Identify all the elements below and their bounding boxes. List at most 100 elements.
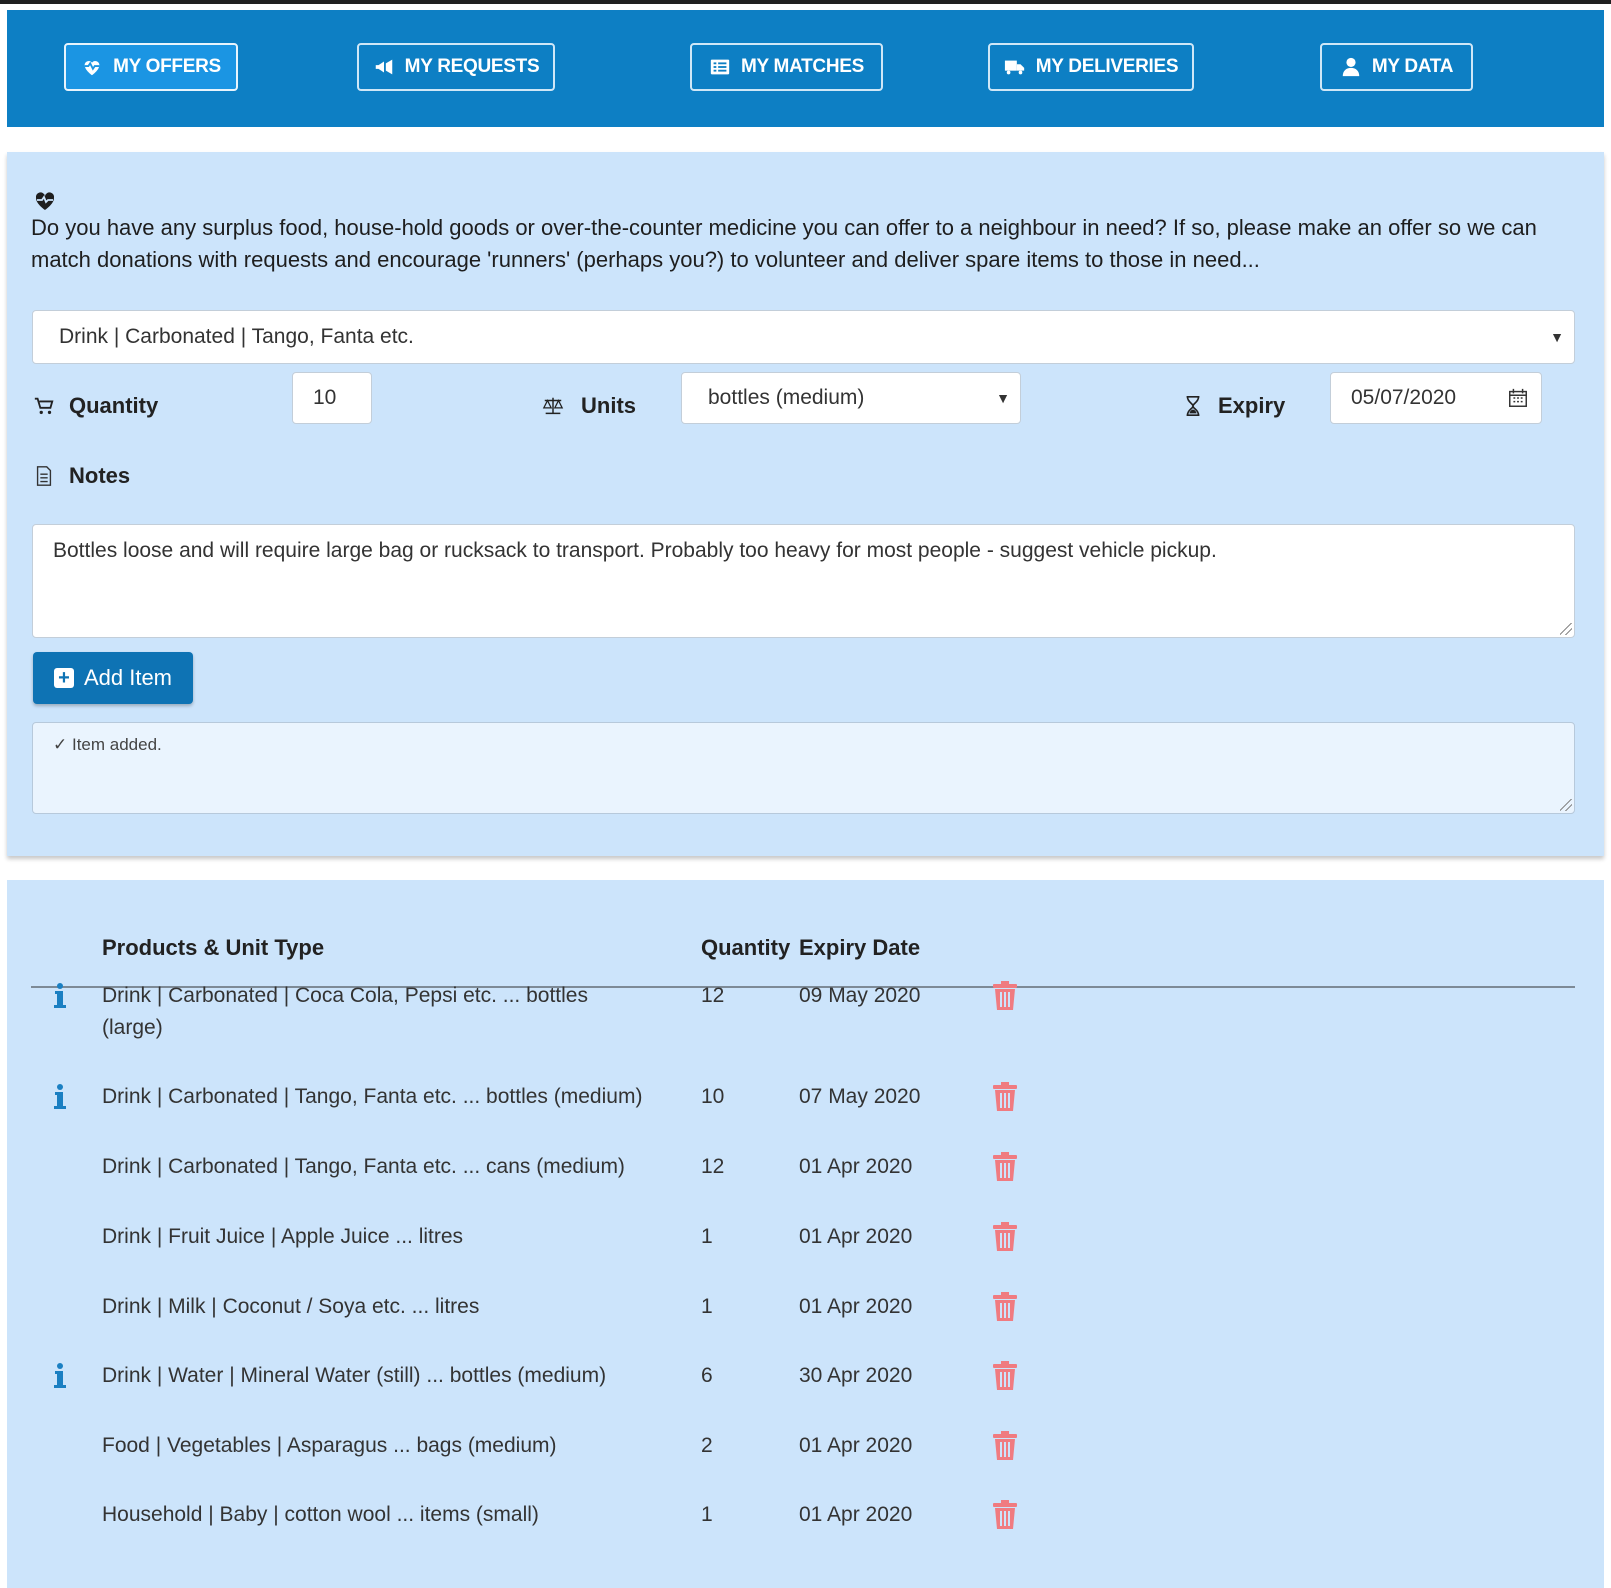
nav-label: MY DATA — [1371, 56, 1454, 77]
nav-my-data-button[interactable]: MY DATA — [1320, 43, 1473, 91]
column-header-product: Products & Unit Type — [102, 935, 325, 960]
trash-icon[interactable] — [992, 1082, 1018, 1112]
notes-label: Notes — [33, 455, 130, 497]
list-icon — [710, 59, 730, 75]
offers-list-panel: Products & Unit Type Quantity Expiry Dat… — [7, 880, 1604, 1588]
quantity-cell: 1 — [701, 1225, 713, 1248]
expiry-label-text: Expiry — [1218, 393, 1286, 418]
info-icon[interactable] — [53, 1083, 67, 1111]
quantity-label-text: Quantity — [69, 393, 159, 418]
product-cell: Drink | Fruit Juice | Apple Juice ... li… — [102, 1225, 464, 1248]
offer-form-panel: Do you have any surplus food, house-hold… — [7, 152, 1604, 856]
nav-my-matches-button[interactable]: MY MATCHES — [690, 43, 883, 91]
add-item-label: Add Item — [83, 665, 173, 690]
truck-icon — [1004, 60, 1024, 75]
product-cell: Drink | Milk | Coconut / Soya etc. ... l… — [102, 1295, 480, 1318]
chevron-down-icon: ▼ — [996, 390, 1010, 406]
table-row: Food | Vegetables | Asparagus ... bags (… — [7, 1430, 1604, 1490]
quantity-input[interactable]: 10 — [292, 372, 372, 424]
hourglass-icon — [1186, 396, 1200, 416]
expiry-date-input[interactable]: 05/07/2020 — [1330, 372, 1542, 424]
quantity-cell: 2 — [701, 1434, 713, 1457]
expiry-cell: 07 May 2020 — [799, 1085, 921, 1108]
quantity-cell: 12 — [701, 1155, 725, 1178]
product-cell: Drink | Carbonated | Coca Cola, Pepsi et… — [102, 980, 588, 1044]
units-label-text: Units — [581, 393, 636, 418]
nav-label: MY OFFERS — [113, 56, 221, 77]
product-select-value: Drink | Carbonated | Tango, Fanta etc. — [59, 325, 414, 348]
units-label: Units — [539, 385, 636, 427]
trash-icon[interactable] — [992, 1500, 1018, 1530]
table-row: Drink | Milk | Coconut / Soya etc. ... l… — [7, 1291, 1604, 1351]
scale-icon — [542, 397, 564, 415]
units-select[interactable]: bottles (medium) ▼ — [681, 372, 1021, 424]
table-row: Household | Baby | cotton wool ... items… — [7, 1499, 1604, 1559]
quantity-cell: 1 — [701, 1503, 713, 1526]
notes-textarea[interactable]: Bottles loose and will require large bag… — [32, 524, 1575, 638]
nav-label: MY DELIVERIES — [1035, 56, 1179, 77]
quantity-value: 10 — [313, 386, 337, 409]
heart-pulse-icon — [35, 192, 55, 210]
quantity-label: Quantity — [33, 385, 158, 427]
table-row: Drink | Carbonated | Tango, Fanta etc. .… — [7, 1151, 1604, 1211]
add-item-button[interactable]: + Add Item — [33, 652, 193, 704]
table-row: Drink | Carbonated | Coca Cola, Pepsi et… — [7, 980, 1604, 1060]
nav-label: MY REQUESTS — [404, 56, 540, 77]
intro-text: Do you have any surplus food, house-hold… — [31, 215, 1537, 272]
product-cell: Household | Baby | cotton wool ... items… — [102, 1503, 539, 1526]
trash-icon[interactable] — [992, 1152, 1018, 1182]
product-cell: Drink | Water | Mineral Water (still) ..… — [102, 1364, 607, 1387]
expiry-cell: 30 Apr 2020 — [799, 1364, 913, 1387]
trash-icon[interactable] — [992, 1222, 1018, 1252]
units-select-value: bottles (medium) — [708, 386, 865, 409]
megaphone-icon — [375, 59, 392, 75]
product-cell: Food | Vegetables | Asparagus ... bags (… — [102, 1434, 557, 1457]
table-row: Drink | Carbonated | Tango, Fanta etc. .… — [7, 1081, 1604, 1141]
column-header-quantity: Quantity — [701, 935, 791, 960]
expiry-cell: 01 Apr 2020 — [799, 1503, 913, 1526]
product-cell-line: (large) — [102, 1016, 163, 1039]
product-cell: Drink | Carbonated | Tango, Fanta etc. .… — [102, 1085, 643, 1108]
product-cell: Drink | Carbonated | Tango, Fanta etc. .… — [102, 1155, 625, 1178]
info-icon[interactable] — [53, 982, 67, 1010]
chevron-down-icon: ▼ — [1550, 329, 1564, 345]
trash-icon[interactable] — [992, 1292, 1018, 1322]
expiry-cell: 09 May 2020 — [799, 984, 921, 1007]
trash-icon[interactable] — [992, 981, 1018, 1011]
plus-square-icon: + — [53, 668, 74, 688]
expiry-cell: 01 Apr 2020 — [799, 1225, 913, 1248]
status-message: ✓ Item added. — [53, 735, 162, 754]
quantity-cell: 1 — [701, 1295, 713, 1318]
table-row: Drink | Water | Mineral Water (still) ..… — [7, 1360, 1604, 1420]
notes-value: Bottles loose and will require large bag… — [53, 539, 1217, 562]
quantity-cell: 10 — [701, 1085, 725, 1108]
column-header-expiry: Expiry Date — [799, 935, 921, 960]
calendar-icon[interactable] — [1507, 387, 1529, 409]
trash-icon[interactable] — [992, 1431, 1018, 1461]
resize-handle[interactable] — [1560, 799, 1572, 811]
heart-pulse-icon — [84, 61, 100, 76]
nav-my-requests-button[interactable]: MY REQUESTS — [357, 43, 555, 91]
cart-icon — [34, 397, 54, 415]
quantity-cell: 6 — [701, 1364, 713, 1387]
trash-icon[interactable] — [992, 1361, 1018, 1391]
expiry-cell: 01 Apr 2020 — [799, 1295, 913, 1318]
product-cell-line: Drink | Carbonated | Coca Cola, Pepsi et… — [102, 984, 588, 1007]
nav-my-offers-button[interactable]: MY OFFERS — [64, 43, 238, 91]
table-row: Drink | Fruit Juice | Apple Juice ... li… — [7, 1221, 1604, 1281]
document-icon — [36, 466, 52, 486]
expiry-cell: 01 Apr 2020 — [799, 1434, 913, 1457]
top-navigation: MY OFFERS MY REQUESTS MY MATCHES MY DELI… — [7, 10, 1604, 127]
product-select[interactable]: Drink | Carbonated | Tango, Fanta etc. ▼ — [32, 310, 1575, 364]
expiry-value: 05/07/2020 — [1351, 386, 1457, 409]
notes-label-text: Notes — [69, 463, 131, 488]
expiry-cell: 01 Apr 2020 — [799, 1155, 913, 1178]
resize-handle[interactable] — [1560, 623, 1572, 635]
status-message-box: ✓ Item added. — [32, 722, 1575, 814]
expiry-label: Expiry — [1182, 385, 1285, 427]
quantity-cell: 12 — [701, 984, 725, 1007]
nav-label: MY MATCHES — [741, 56, 864, 77]
info-icon[interactable] — [53, 1362, 67, 1390]
nav-my-deliveries-button[interactable]: MY DELIVERIES — [988, 43, 1194, 91]
user-icon — [1342, 57, 1360, 77]
